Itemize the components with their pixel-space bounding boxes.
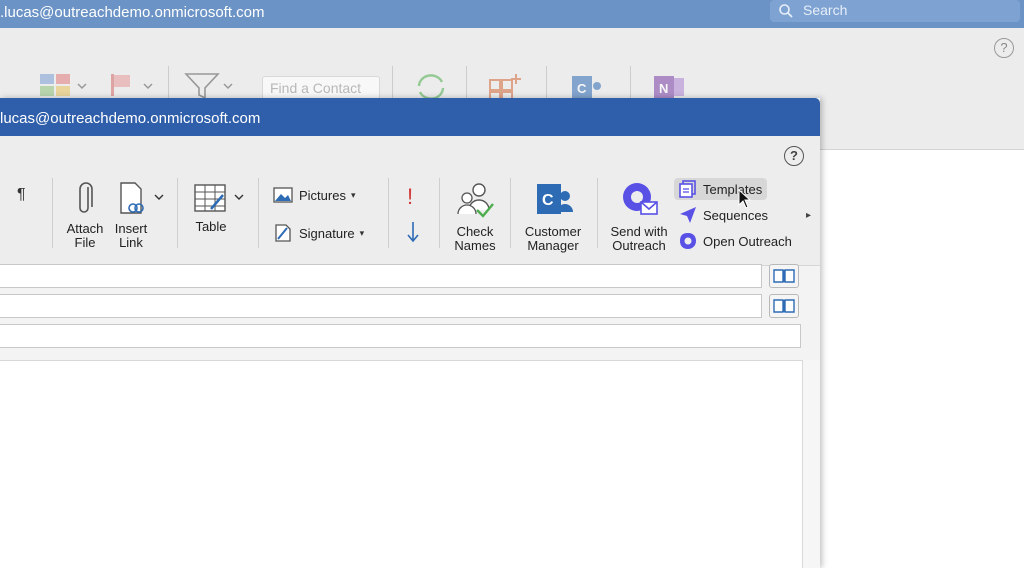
address-book-icon [773, 269, 795, 283]
subject-field[interactable] [0, 324, 801, 348]
insert-link-button[interactable]: Insert Link [114, 181, 168, 250]
insert-link-icon [120, 182, 164, 214]
divider [388, 178, 389, 248]
divider [52, 178, 53, 248]
cc-address-book-button[interactable] [769, 294, 799, 318]
divider [177, 178, 178, 248]
chevron-down-icon: ▾ [350, 189, 356, 200]
compose-help-icon[interactable]: ? [784, 146, 804, 166]
high-importance-button[interactable]: ! [407, 184, 413, 210]
signature-icon [275, 224, 291, 242]
to-address-book-button[interactable] [769, 264, 799, 288]
main-help-icon[interactable]: ? [994, 38, 1014, 58]
search-placeholder: Search [803, 2, 848, 18]
main-window-title: .lucas@outreachdemo.onmicrosoft.com [0, 4, 265, 21]
signature-label: Signature [299, 225, 355, 241]
check-names-button[interactable]: Check Names [448, 180, 502, 253]
message-body[interactable] [0, 360, 802, 568]
ribbon-overflow-icon[interactable]: ▸ [806, 210, 811, 221]
signature-button[interactable]: Signature ▾ [268, 222, 369, 244]
insert-link-label-1: Insert [114, 221, 148, 236]
insert-link-label-2: Link [119, 235, 143, 250]
outreach-send-icon [623, 183, 658, 215]
chevron-down-icon: ▾ [359, 227, 365, 238]
customer-manager-button[interactable]: C Customer Manager [520, 180, 586, 253]
open-outreach-button[interactable]: Open Outreach [674, 230, 797, 252]
mouse-cursor-icon [738, 189, 752, 209]
outreach-logo-icon [680, 233, 696, 249]
check-names-label-1: Check [456, 224, 494, 239]
compose-window: lucas@outreachdemo.onmicrosoft.com ? ¶ A… [0, 98, 820, 568]
customer-manager-label-2: Manager [527, 238, 579, 253]
compose-title: lucas@outreachdemo.onmicrosoft.com [0, 110, 261, 127]
search-icon [779, 4, 793, 18]
show-formatting-button[interactable]: ¶ [17, 186, 26, 204]
address-book-icon [773, 299, 795, 313]
table-button[interactable]: Table [190, 183, 248, 234]
flag-icon[interactable] [108, 72, 156, 98]
table-label: Table [195, 219, 227, 234]
main-window-titlebar: .lucas@outreachdemo.onmicrosoft.com Sear… [0, 0, 1024, 28]
pictures-label: Pictures [299, 187, 346, 203]
to-field[interactable] [0, 264, 762, 288]
low-importance-arrow-icon[interactable] [405, 220, 421, 244]
filter-icon[interactable] [184, 72, 236, 100]
svg-text:N: N [659, 81, 668, 96]
reading-pane [820, 150, 1024, 568]
find-contact-input[interactable]: Find a Contact [262, 76, 380, 100]
divider [439, 178, 440, 248]
sequences-button[interactable]: Sequences [674, 204, 773, 226]
templates-icon [679, 180, 696, 198]
search-box[interactable]: Search [770, 0, 1020, 22]
customer-manager-icon: C [537, 184, 573, 214]
templates-button[interactable]: Templates [674, 178, 768, 200]
send-with-outreach-button[interactable]: Send with Outreach [606, 180, 672, 253]
send-with-outreach-label-1: Send with [610, 224, 668, 239]
sequences-label: Sequences [703, 207, 769, 223]
table-icon [194, 184, 244, 212]
open-outreach-label: Open Outreach [703, 233, 792, 249]
paperclip-icon [79, 182, 93, 213]
paper-plane-icon [680, 207, 696, 223]
svg-text:C: C [577, 81, 587, 96]
divider [597, 178, 598, 248]
send-with-outreach-label-2: Outreach [612, 238, 666, 253]
check-names-label-2: Names [454, 238, 496, 253]
categorize-icon[interactable] [38, 72, 90, 98]
check-names-icon [457, 183, 494, 218]
customer-manager-label-1: Customer [524, 224, 582, 239]
pictures-button[interactable]: Pictures ▾ [268, 184, 361, 206]
divider [510, 178, 511, 248]
cc-field[interactable] [0, 294, 762, 318]
divider [258, 178, 259, 248]
compose-titlebar: lucas@outreachdemo.onmicrosoft.com [0, 98, 820, 136]
picture-icon [273, 187, 293, 203]
templates-label: Templates [703, 181, 763, 197]
scrollbar[interactable] [802, 360, 820, 568]
svg-text:C: C [542, 192, 554, 209]
